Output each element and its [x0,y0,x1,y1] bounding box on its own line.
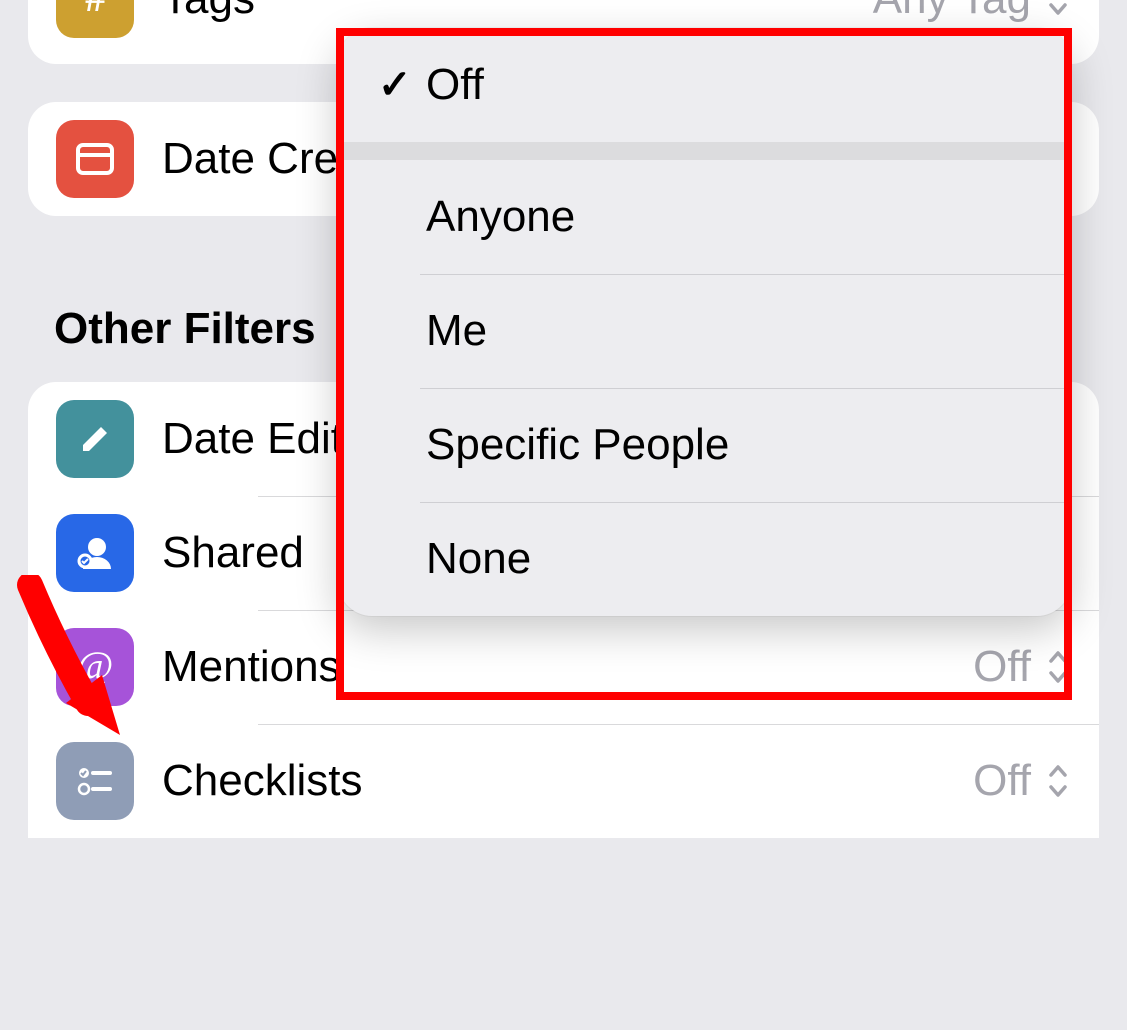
popup-item-off[interactable]: ✓ Off [338,28,1071,142]
filter-row-checklists[interactable]: Checklists Off [28,724,1099,838]
filter-value: Off [973,642,1031,692]
filter-value: Any Tag [873,0,1031,24]
popup-item-anyone[interactable]: Anyone [338,142,1071,274]
chevron-up-down-icon [1045,647,1071,687]
shared-filter-popup: ✓ Off Anyone Me Specific People None [338,28,1071,616]
chevron-up-down-icon [1045,761,1071,801]
shared-person-icon [56,514,134,592]
popup-item-label: None [426,534,531,584]
chevron-up-down-icon [1045,0,1071,19]
pencil-icon [56,400,134,478]
popup-item-me[interactable]: Me [338,274,1071,388]
popup-item-none[interactable]: None [338,502,1071,616]
filter-label: Tags [162,0,873,24]
popup-item-label: Specific People [426,420,729,470]
svg-text:#: # [85,0,105,20]
check-icon: ✓ [378,62,422,108]
at-sign-icon: @ [56,628,134,706]
popup-item-label: Me [426,306,487,356]
popup-item-specific-people[interactable]: Specific People [338,388,1071,502]
calendar-icon [56,120,134,198]
filter-value: Off [973,756,1031,806]
popup-item-label: Off [426,60,484,110]
svg-text:@: @ [77,643,114,688]
checklist-icon [56,742,134,820]
filter-label: Mentions [162,642,973,692]
hash-icon: # [56,0,134,38]
filter-label: Checklists [162,756,973,806]
popup-item-label: Anyone [426,192,575,242]
filter-row-mentions[interactable]: @ Mentions Off [28,610,1099,724]
